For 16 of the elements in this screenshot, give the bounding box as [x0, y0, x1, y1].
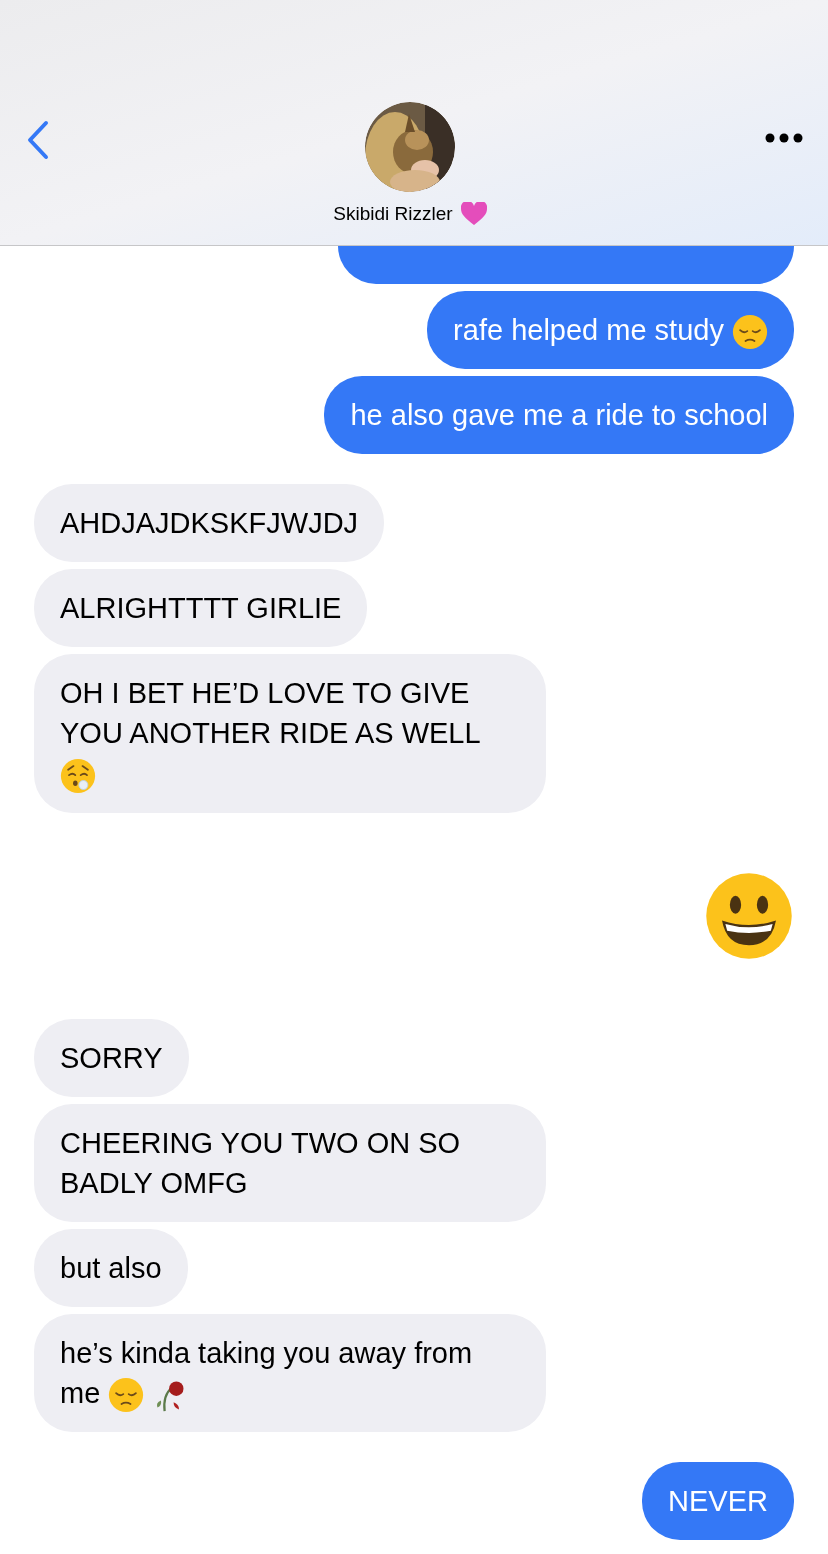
pensive-face-icon — [108, 1377, 145, 1414]
message-bubble: AHDJAJDKSKFJWJDJ — [34, 484, 385, 563]
message-bubble: he’s kinda taking you away from me — [34, 1313, 546, 1433]
message-bubble: but also — [34, 1228, 188, 1307]
message-bubble: he also gave me a ride to school — [324, 376, 794, 455]
message-bubble: OH I BET HE’D LOVE TO GIVE YOU ANOTHER RIDE AS WELL — [34, 654, 546, 813]
heart-icon — [460, 202, 487, 227]
exhaling-face-icon — [60, 757, 96, 794]
pensive-face-icon — [732, 314, 768, 351]
grinning-face-icon — [704, 870, 794, 961]
message-bubble: CHEERING YOU TWO ON SO BADLY OMFG — [34, 1103, 546, 1222]
message-bubble: NEVER — [642, 1462, 794, 1541]
contact-name: Skibidi Rizzler — [333, 202, 453, 226]
message-bubble: rafe helped me study — [427, 291, 794, 370]
message-bubble: SORRY — [34, 1018, 189, 1097]
message-bubble: ALRIGHTTTT GIRLIE — [34, 569, 368, 648]
